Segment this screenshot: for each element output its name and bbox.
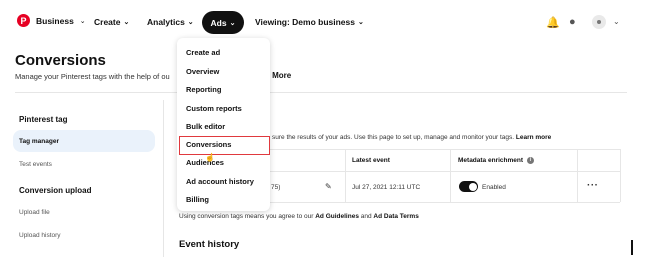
header-divider [15,92,627,93]
agreement-mid: and [360,213,372,220]
description-learn-more-link[interactable]: Learn more [516,134,551,141]
event-history-heading: Event history [179,239,240,250]
chevron-down-icon: ⌄ [229,19,236,27]
viewing-label: Viewing: Demo business [255,17,355,27]
account-chevron-down-icon[interactable]: ⌄ [613,17,620,26]
menu-item-create-ad[interactable]: Create ad [186,48,220,57]
sidebar-item-upload-history[interactable]: Upload history [19,232,61,239]
agreement-prefix: Using conversion tags means you agree to… [179,213,314,220]
latest-event-cell: Jul 27, 2021 12:11 UTC [352,184,421,191]
table-header-border [270,171,620,172]
conversions-highlight-box [179,136,270,155]
viewing-account-switcher[interactable]: Viewing: Demo business ⌄ [255,17,364,27]
chevron-down-icon: ⌄ [79,17,86,25]
metadata-enrichment-toggle[interactable] [459,181,478,192]
text-cursor-icon [631,240,633,255]
sidebar-item-test-events[interactable]: Test events [19,161,52,168]
page-title: Conversions [15,52,106,69]
metadata-state-label: Enabled [482,184,506,191]
column-header-latest-event: Latest event [352,157,390,164]
nav-ads[interactable]: Ads ⌄ [202,11,244,34]
menu-item-billing[interactable]: Billing [186,195,209,204]
nav-create-label: Create [94,17,121,27]
sidebar-item-upload-file[interactable]: Upload file [19,209,50,216]
table-bottom-border [270,202,620,203]
page-description: sure the results of your ads. Use this p… [272,134,551,141]
more-options-icon[interactable]: ··· [587,180,599,191]
nav-analytics[interactable]: Analytics ⌄ [147,17,194,27]
chevron-down-icon: ⌄ [187,19,194,26]
table-col-divider [345,149,346,202]
chevron-down-icon: ⌄ [123,19,130,26]
table-top-border [270,149,620,150]
toggle-knob [468,182,477,191]
pointer-cursor-icon: ☝ [205,153,215,162]
edit-pencil-icon[interactable]: ✎ [325,182,332,191]
ad-guidelines-link[interactable]: Ad Guidelines [315,213,359,220]
top-navigation-bar: P Business ⌄ Create ⌄ Analytics ⌄ Ads ⌄ … [0,0,646,44]
ads-dropdown-menu: Create ad Overview Reporting Custom repo… [177,38,270,211]
menu-item-custom-reports[interactable]: Custom reports [186,104,242,113]
metadata-header-label: Metadata enrichment [458,157,524,165]
menu-item-ad-account-history[interactable]: Ad account history [186,177,254,186]
sidebar-item-tag-manager-label: Tag manager [19,138,59,145]
bell-icon[interactable]: 🔔 [546,16,560,29]
table-col-divider [620,149,621,202]
chat-icon[interactable]: ● [569,16,576,28]
menu-item-overview[interactable]: Overview [186,67,219,76]
chevron-down-icon: ⌄ [357,19,364,26]
tag-id-cell: 75) [271,184,281,191]
table-col-divider [450,149,451,202]
agreement-text: Using conversion tags means you agree to… [179,213,419,220]
pinterest-logo-icon: P [17,14,30,27]
description-text: sure the results of your ads. Use this p… [272,134,515,141]
business-label: Business [36,15,74,26]
menu-item-bulk-editor[interactable]: Bulk editor [186,122,225,131]
nav-ads-label: Ads [210,17,227,28]
sidebar-heading-pinterest-tag: Pinterest tag [19,115,68,124]
sidebar-divider [163,100,164,257]
avatar-dot-icon [597,20,601,24]
ad-data-terms-link[interactable]: Ad Data Terms [373,213,418,220]
page-subtitle: Manage your Pinterest tags with the help… [15,72,170,81]
nav-analytics-label: Analytics [147,17,185,27]
sidebar-heading-conversion-upload: Conversion upload [19,186,92,195]
nav-create[interactable]: Create ⌄ [94,17,129,27]
business-menu[interactable]: P Business ⌄ [17,14,86,27]
avatar[interactable] [592,15,606,29]
menu-item-reporting[interactable]: Reporting [186,85,221,94]
info-icon[interactable]: i [526,157,534,164]
table-col-divider [577,149,578,202]
column-header-metadata-enrichment: Metadata enrichment i [458,157,534,164]
